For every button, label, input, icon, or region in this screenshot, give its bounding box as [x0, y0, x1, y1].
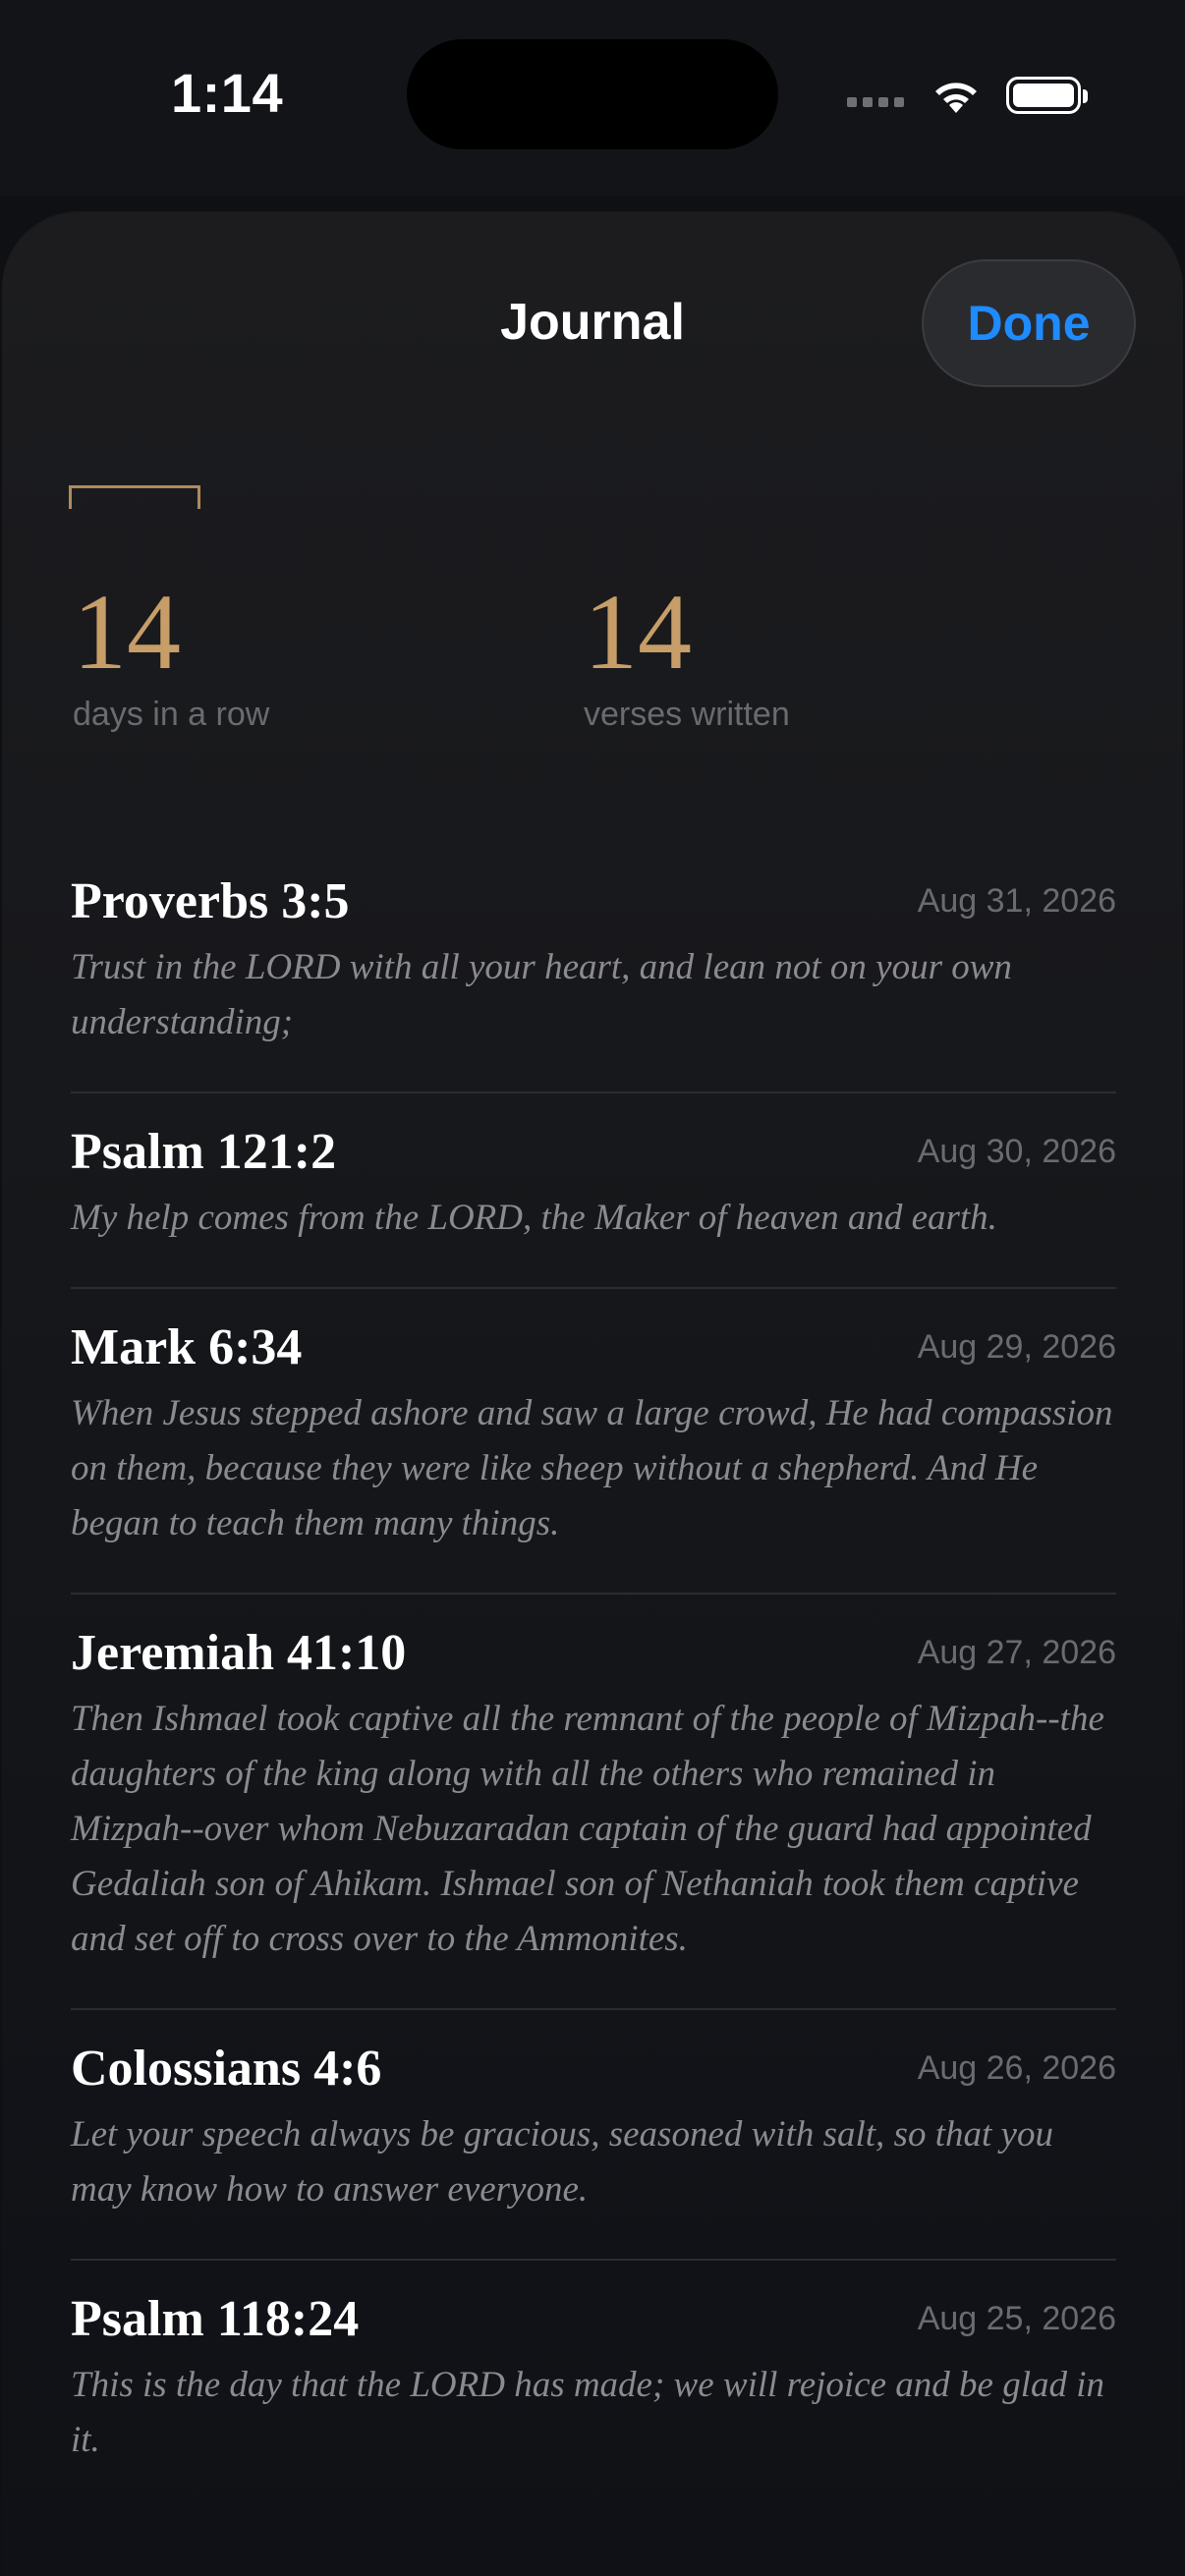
entry-verse-text: Let your speech always be gracious, seas…	[71, 2114, 1053, 2210]
entry-reference: Colossians 4:6	[71, 2041, 382, 2097]
entry-reference: Jeremiah 41:10	[71, 1625, 407, 1681]
journal-sheet: Journal Done 14 days in a row 14 verses …	[2, 212, 1183, 2576]
entry-reference: Mark 6:34	[71, 1319, 303, 1375]
entry-reference: Psalm 121:2	[71, 1124, 337, 1180]
journal-entry[interactable]: Psalm 118:24 Aug 25, 2026 This is the da…	[71, 2261, 1116, 2509]
entry-verse-text: This is the day that the LORD has made; …	[71, 2365, 1105, 2460]
journal-entry[interactable]: Proverbs 3:5 Aug 31, 2026 Trust in the L…	[71, 861, 1116, 1093]
entry-reference: Proverbs 3:5	[71, 873, 350, 929]
journal-entry[interactable]: Mark 6:34 Aug 29, 2026 When Jesus steppe…	[71, 1289, 1116, 1595]
dynamic-island	[407, 39, 778, 149]
entry-date: Aug 31, 2026	[917, 882, 1116, 920]
signal-dots-icon	[847, 97, 904, 107]
journal-entries-list: Proverbs 3:5 Aug 31, 2026 Trust in the L…	[71, 861, 1116, 2509]
entry-reference: Psalm 118:24	[71, 2291, 360, 2347]
journal-entry[interactable]: Jeremiah 41:10 Aug 27, 2026 Then Ishmael…	[71, 1595, 1116, 2010]
entry-date: Aug 26, 2026	[917, 2049, 1116, 2087]
journal-entry[interactable]: Colossians 4:6 Aug 26, 2026 Let your spe…	[71, 2010, 1116, 2261]
status-icons	[847, 71, 1088, 120]
status-time: 1:14	[171, 62, 284, 124]
entry-verse-text: When Jesus stepped ashore and saw a larg…	[71, 1393, 1113, 1543]
status-bar: 1:14	[0, 0, 1185, 196]
stat-label: verses written	[584, 696, 790, 733]
stat-verses: 14 verses written	[584, 578, 790, 734]
stat-label: days in a row	[73, 696, 270, 733]
entry-verse-text: Then Ishmael took captive all the remnan…	[71, 1699, 1104, 1959]
entry-date: Aug 25, 2026	[917, 2300, 1116, 2337]
journal-entry[interactable]: Psalm 121:2 Aug 30, 2026 My help comes f…	[71, 1093, 1116, 1289]
entry-verse-text: Trust in the LORD with all your heart, a…	[71, 947, 1012, 1042]
stat-value: 14	[73, 572, 181, 692]
stat-value: 14	[584, 572, 692, 692]
stat-streak: 14 days in a row	[73, 578, 269, 734]
entry-date: Aug 27, 2026	[917, 1634, 1116, 1671]
entry-verse-text: My help comes from the LORD, the Maker o…	[71, 1198, 997, 1238]
entry-date: Aug 29, 2026	[917, 1328, 1116, 1366]
wifi-icon	[935, 83, 977, 113]
bracket-ornament	[69, 485, 200, 509]
battery-icon	[1006, 77, 1088, 114]
entry-date: Aug 30, 2026	[917, 1133, 1116, 1170]
done-button[interactable]: Done	[922, 259, 1136, 387]
